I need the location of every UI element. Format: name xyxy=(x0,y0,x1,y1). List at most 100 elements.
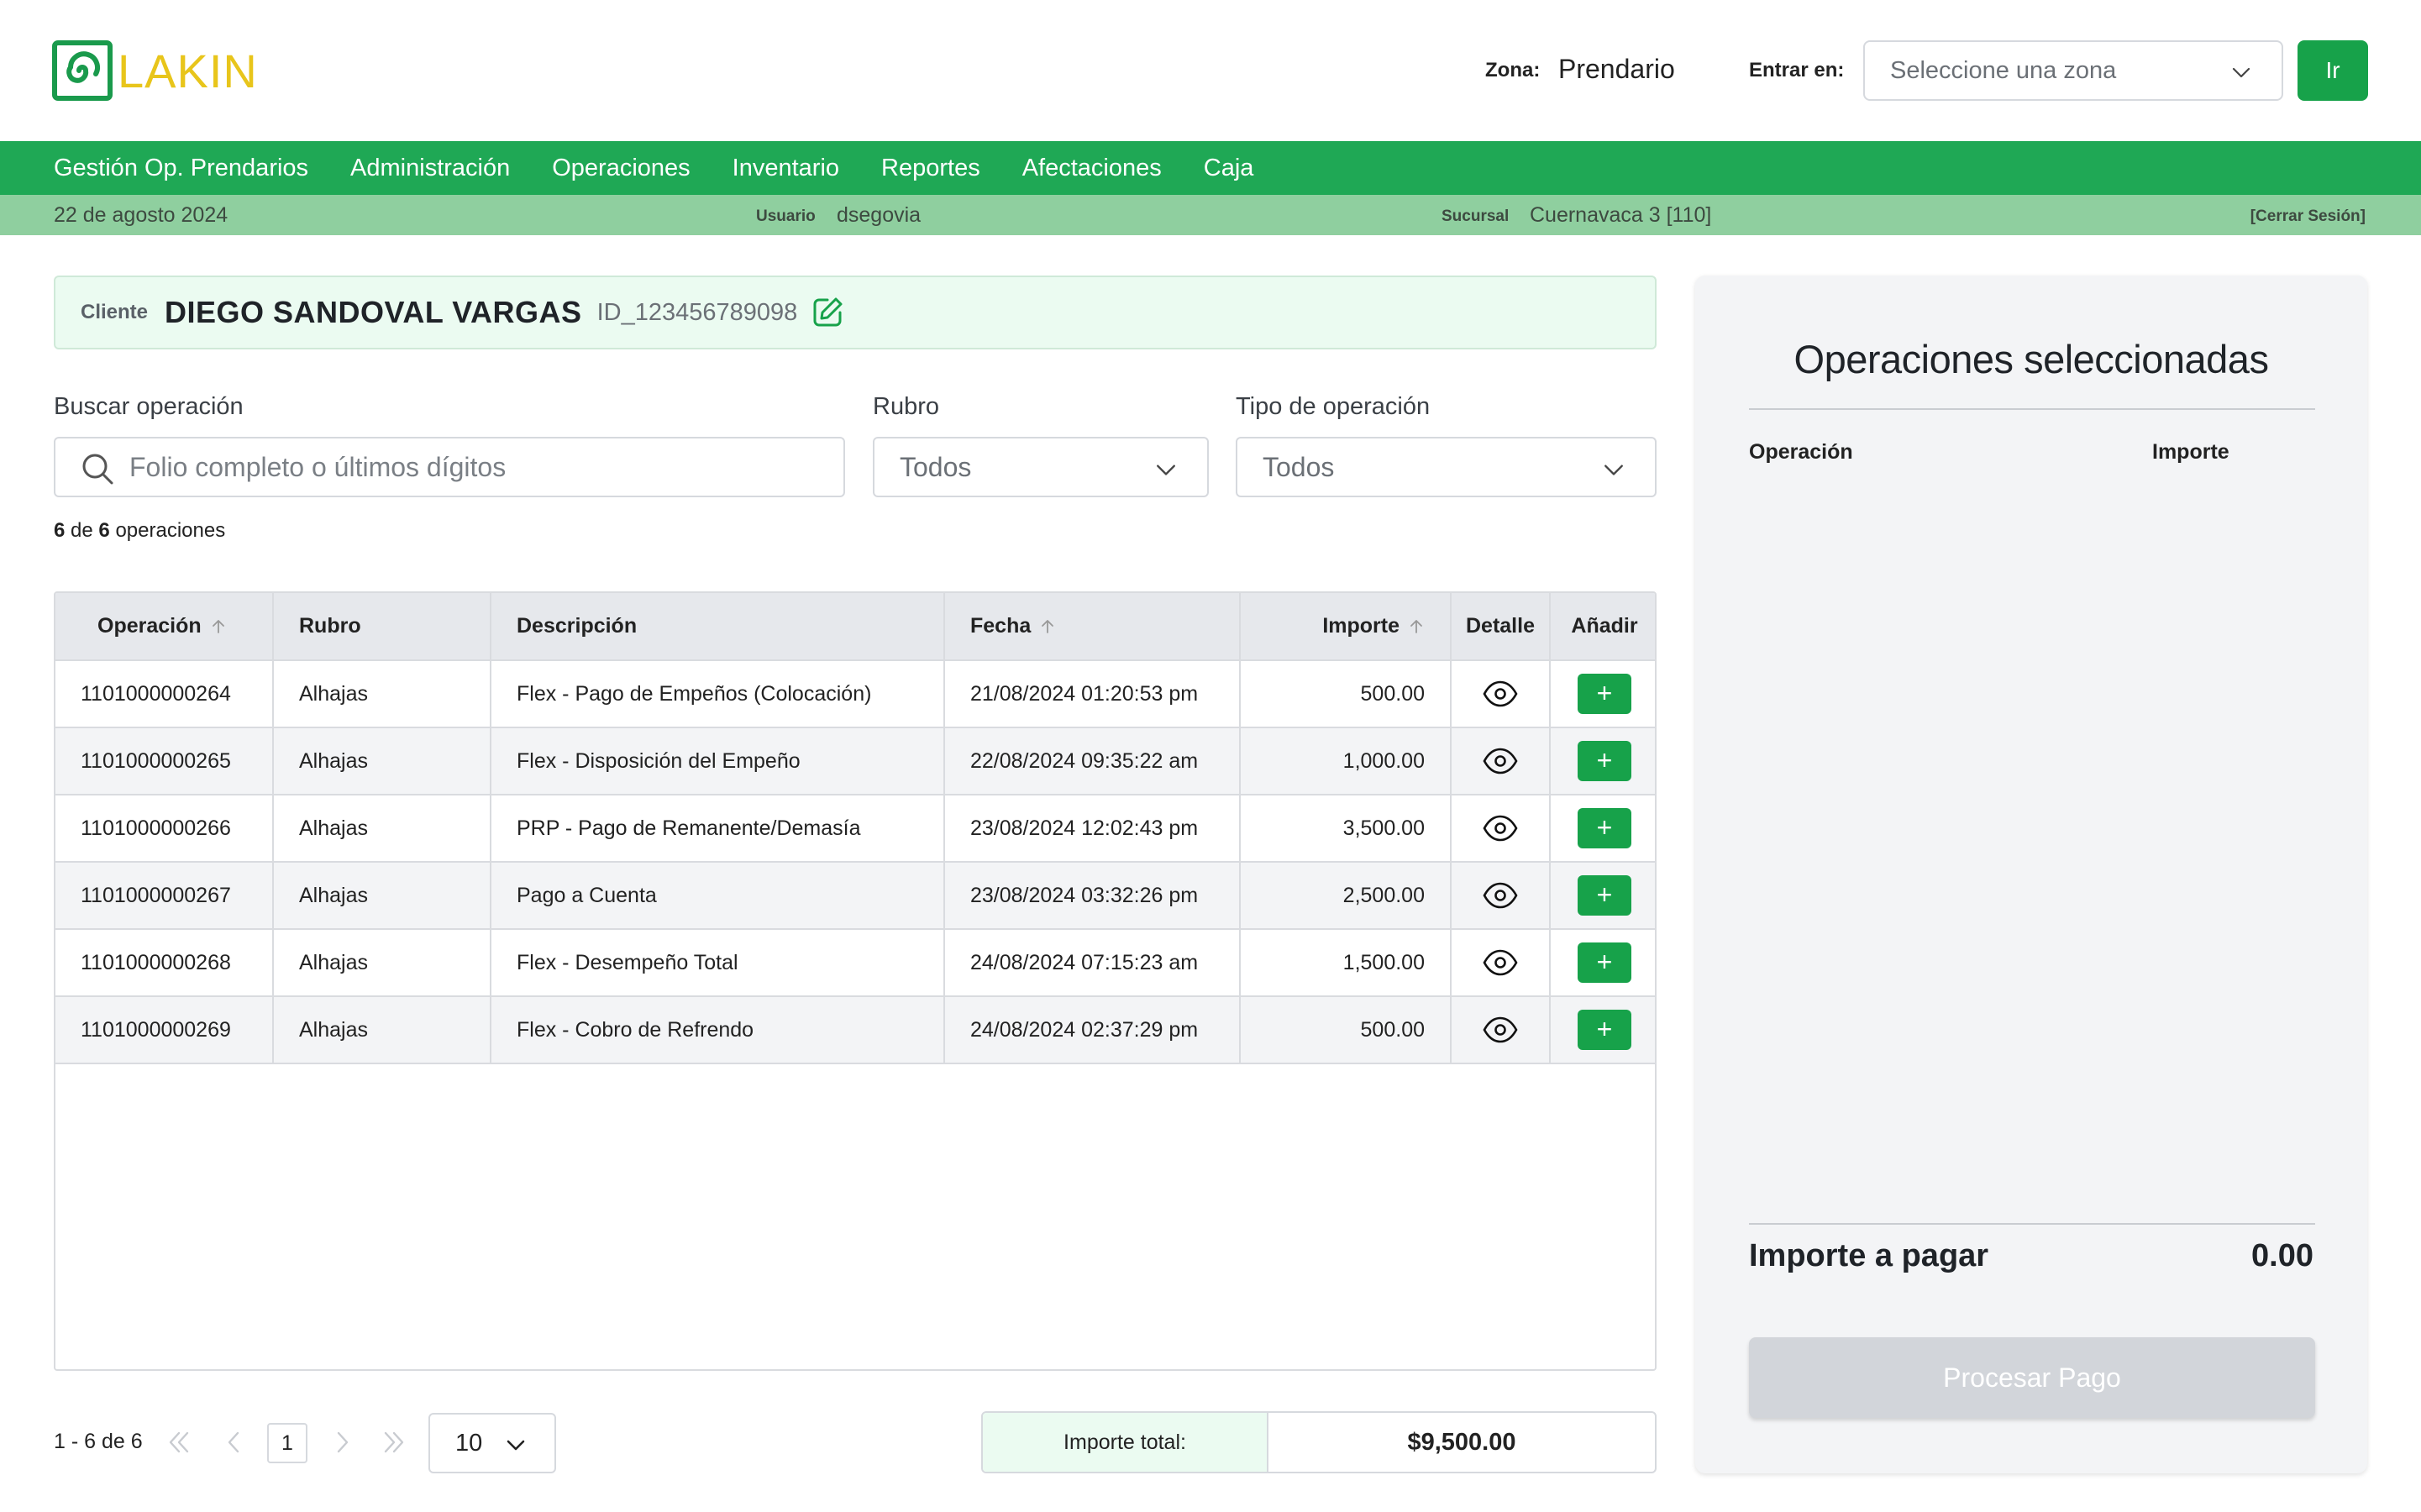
client-id: ID_123456789098 xyxy=(596,298,798,326)
zona-label: Zona: xyxy=(1485,59,1541,81)
cell-anadir: + xyxy=(1550,795,1655,863)
tipo-select-value: Todos xyxy=(1263,451,1335,482)
client-box: Cliente DIEGO SANDOVAL VARGAS ID_1234567… xyxy=(54,276,1657,349)
col-operacion[interactable]: Operación xyxy=(55,593,274,661)
process-payment-button[interactable]: Procesar Pago xyxy=(1749,1337,2315,1418)
branch-value: Cuernavaca 3 [110] xyxy=(1530,203,1712,227)
cell-detalle xyxy=(1451,795,1551,863)
table-row: 1101000000266 Alhajas PRP - Pago de Rema… xyxy=(55,795,1655,863)
rubro-select[interactable]: Todos xyxy=(873,437,1209,497)
zona-select-placeholder: Seleccione una zona xyxy=(1890,56,2117,84)
count-suffix: operaciones xyxy=(115,519,226,542)
cell-descripcion: Flex - Pago de Empeños (Colocación) xyxy=(491,660,945,728)
last-page-icon[interactable] xyxy=(380,1428,408,1457)
prev-page-icon[interactable] xyxy=(220,1428,249,1457)
col-fecha[interactable]: Fecha xyxy=(944,593,1241,661)
cell-anadir: + xyxy=(1550,727,1655,795)
client-name: DIEGO SANDOVAL VARGAS xyxy=(165,295,582,329)
cell-descripcion: Flex - Disposición del Empeño xyxy=(491,727,945,795)
col-importe[interactable]: Importe xyxy=(1240,593,1452,661)
eye-icon[interactable] xyxy=(1482,944,1519,981)
cell-fecha: 22/08/2024 09:35:22 am xyxy=(944,727,1241,795)
col-detalle: Detalle xyxy=(1451,593,1551,661)
first-page-icon[interactable] xyxy=(165,1428,193,1457)
cell-importe: 2,500.00 xyxy=(1240,862,1452,930)
cell-fecha: 23/08/2024 03:32:26 pm xyxy=(944,862,1241,930)
table-row: 1101000000264 Alhajas Flex - Pago de Emp… xyxy=(55,660,1655,728)
search-input[interactable] xyxy=(129,451,818,483)
cell-rubro: Alhajas xyxy=(273,862,491,930)
table-row: 1101000000267 Alhajas Pago a Cuenta 23/0… xyxy=(55,862,1655,930)
col-operacion-label: Operación xyxy=(97,614,202,638)
edit-client-icon[interactable] xyxy=(811,296,844,329)
add-operation-button[interactable]: + xyxy=(1578,674,1631,714)
panel-col-operacion: Operación xyxy=(1749,440,1853,464)
current-page[interactable]: 1 xyxy=(267,1423,307,1463)
nav-item-caja[interactable]: Caja xyxy=(1204,155,1254,182)
eye-icon[interactable] xyxy=(1482,1011,1519,1048)
eye-icon[interactable] xyxy=(1482,675,1519,712)
app-header: LAKIN Zona: Prendario Entrar en: Selecci… xyxy=(0,0,2421,141)
branch-label: Sucursal xyxy=(1442,207,1510,225)
zona-value: Prendario xyxy=(1558,54,1675,84)
next-page-icon[interactable] xyxy=(328,1428,356,1457)
total-value: $9,500.00 xyxy=(1407,1428,1516,1456)
pay-amount-label: Importe a pagar xyxy=(1749,1238,1989,1273)
nav-item-administracion[interactable]: Administración xyxy=(350,155,510,182)
count-shown: 6 xyxy=(54,519,66,542)
eye-icon[interactable] xyxy=(1482,743,1519,780)
page-size-select[interactable]: 10 xyxy=(428,1413,556,1473)
cell-importe: 3,500.00 xyxy=(1240,795,1452,863)
count-of: de xyxy=(71,519,93,542)
add-operation-button[interactable]: + xyxy=(1578,942,1631,983)
nav-item-afectaciones[interactable]: Afectaciones xyxy=(1022,155,1162,182)
cell-anadir: + xyxy=(1550,862,1655,930)
cell-descripcion: PRP - Pago de Remanente/Demasía xyxy=(491,795,945,863)
zona-select[interactable]: Seleccione una zona xyxy=(1863,40,2283,101)
sort-arrow-icon xyxy=(1410,620,1422,634)
cell-detalle xyxy=(1451,862,1551,930)
cell-importe: 500.00 xyxy=(1240,996,1452,1064)
entrar-label: Entrar en: xyxy=(1749,59,1845,81)
cell-fecha: 24/08/2024 02:37:29 pm xyxy=(944,996,1241,1064)
operations-table: Operación Rubro Descripción Fecha Import… xyxy=(54,591,1657,1371)
lakin-logo[interactable]: LAKIN xyxy=(52,40,258,101)
cell-importe: 1,000.00 xyxy=(1240,727,1452,795)
chevron-down-icon xyxy=(2232,67,2250,78)
add-operation-button[interactable]: + xyxy=(1578,1010,1631,1050)
add-operation-button[interactable]: + xyxy=(1578,875,1631,916)
eye-icon[interactable] xyxy=(1482,810,1519,847)
cell-detalle xyxy=(1451,727,1551,795)
cell-operacion: 1101000000267 xyxy=(55,862,274,930)
session-info-bar: 22 de agosto 2024 Usuario dsegovia Sucur… xyxy=(0,195,2421,235)
nav-item-operaciones[interactable]: Operaciones xyxy=(552,155,690,182)
tipo-select[interactable]: Todos xyxy=(1236,437,1657,497)
add-operation-button[interactable]: + xyxy=(1578,808,1631,848)
cell-fecha: 23/08/2024 12:02:43 pm xyxy=(944,795,1241,863)
cell-operacion: 1101000000266 xyxy=(55,795,274,863)
nav-item-reportes[interactable]: Reportes xyxy=(881,155,980,182)
logo-text: LAKIN xyxy=(118,44,258,97)
nav-item-gestion[interactable]: Gestión Op. Prendarios xyxy=(54,155,308,182)
cell-importe: 500.00 xyxy=(1240,660,1452,728)
go-button[interactable]: Ir xyxy=(2298,40,2368,101)
logout-link[interactable]: [Cerrar Sesión] xyxy=(2250,207,2366,226)
nav-item-inventario[interactable]: Inventario xyxy=(733,155,839,182)
eye-icon[interactable] xyxy=(1482,877,1519,914)
cell-fecha: 24/08/2024 07:15:23 am xyxy=(944,929,1241,997)
main-nav: Gestión Op. Prendarios Administración Op… xyxy=(0,141,2421,195)
user-value: dsegovia xyxy=(837,203,922,227)
cell-anadir: + xyxy=(1550,660,1655,728)
cell-importe: 1,500.00 xyxy=(1240,929,1452,997)
table-header-row: Operación Rubro Descripción Fecha Import… xyxy=(55,593,1655,661)
count-total: 6 xyxy=(98,519,110,542)
col-importe-label: Importe xyxy=(1322,614,1400,638)
client-label: Cliente xyxy=(81,301,149,323)
cell-operacion: 1101000000269 xyxy=(55,996,274,1064)
rubro-label: Rubro xyxy=(873,393,939,420)
col-rubro: Rubro xyxy=(273,593,491,661)
table-row: 1101000000265 Alhajas Flex - Disposición… xyxy=(55,727,1655,795)
rubro-select-value: Todos xyxy=(900,451,972,482)
table-row: 1101000000268 Alhajas Flex - Desempeño T… xyxy=(55,929,1655,997)
add-operation-button[interactable]: + xyxy=(1578,741,1631,781)
